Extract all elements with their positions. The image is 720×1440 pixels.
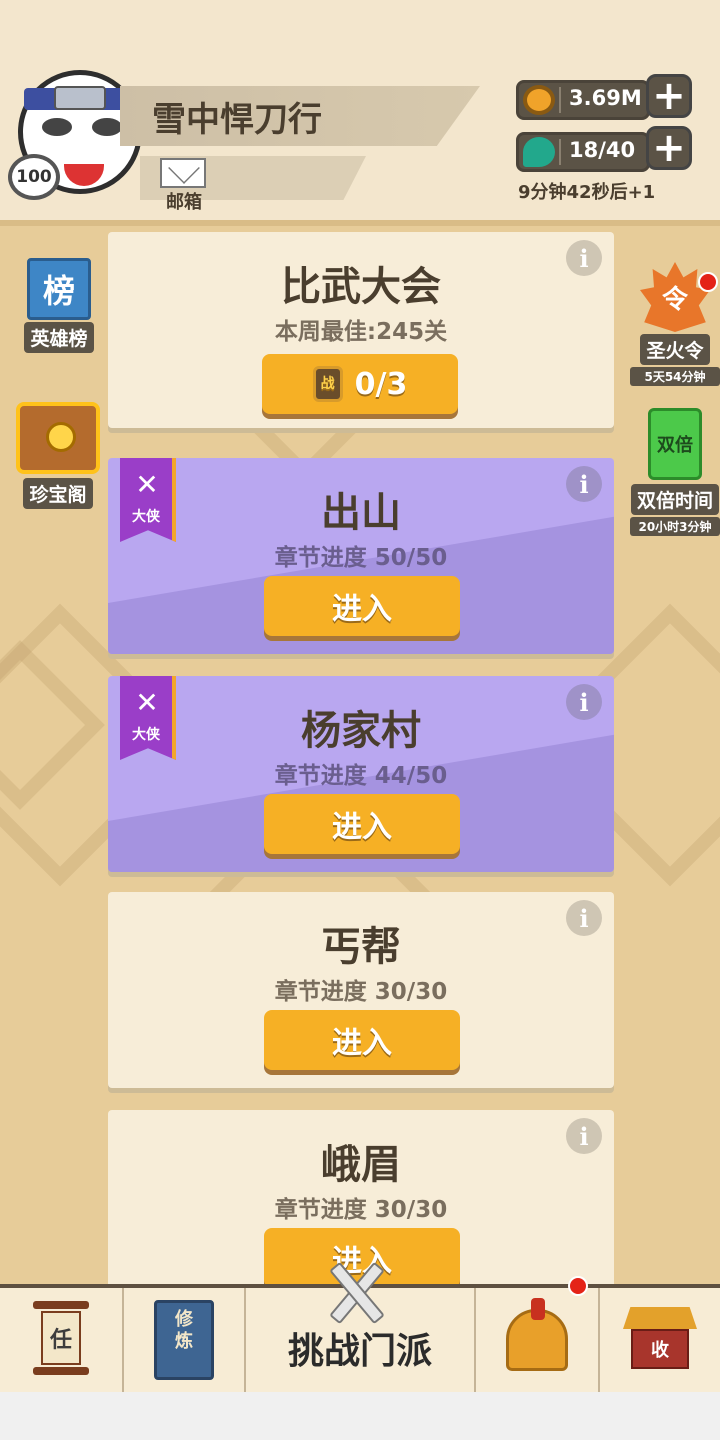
double-card-icon: 双倍 [648, 408, 702, 480]
hero-rank-label: 英雄榜 [24, 322, 94, 353]
mail-label: 邮箱 [166, 192, 202, 213]
top-header: 100 雪中悍刀行 邮箱 3.69M + 18/40 + 9分钟42秒后+1 [0, 0, 720, 226]
coin-value: 3.69M [569, 86, 642, 110]
double-time-timer: 20小时3分钟 [630, 517, 720, 536]
envelope-icon [160, 158, 206, 188]
holy-token-timer: 5天54分钟 [630, 367, 720, 386]
double-time-button[interactable]: 双倍 双倍时间 20小时3分钟 [630, 408, 720, 536]
tab-challenge-sects-label: 挑战门派 [287, 1331, 432, 1372]
double-time-label: 双倍时间 [630, 484, 719, 515]
treasure-chest-icon [16, 402, 100, 474]
arena-ticket-count: 0/3 [354, 366, 408, 402]
enter-button[interactable]: 进入 [264, 1010, 460, 1070]
treasure-button[interactable]: 珍宝阁 [12, 402, 104, 509]
player-level-badge: 100 [8, 154, 60, 200]
system-bar [0, 1392, 720, 1440]
stage-card[interactable]: i 丐帮 章节进度 30/30 进入 [108, 892, 614, 1088]
arena-best: 本周最佳:245关 [274, 319, 448, 345]
arena-card[interactable]: i 比武大会 本周最佳:245关 战 0/3 [108, 232, 614, 428]
notification-dot [698, 272, 718, 292]
tab-collect[interactable]: 收 [600, 1288, 720, 1392]
stage-title: 丐帮 [321, 924, 401, 970]
stamina-timer: 9分钟42秒后+1 [518, 182, 656, 203]
tab-tasks[interactable]: 任 [0, 1288, 124, 1392]
stage-card[interactable]: ✕ 大侠 i 杨家村 章节进度 44/50 进入 [108, 676, 614, 872]
arena-ticket-button[interactable]: 战 0/3 [262, 354, 458, 414]
hero-rank-button[interactable]: 榜 英雄榜 [16, 258, 102, 353]
stage-card[interactable]: ✕ 大侠 i 出山 章节进度 50/50 进入 [108, 458, 614, 654]
mail-button[interactable]: 邮箱 [156, 158, 212, 214]
tab-challenge-sects[interactable]: 挑战门派 [246, 1261, 476, 1392]
bottom-nav: 任 修 炼 挑战门派 收 [0, 1261, 720, 1392]
helmet-icon [506, 1298, 568, 1371]
stage-progress: 章节进度 30/30 [274, 1197, 448, 1223]
cultivation-book-icon: 修 炼 [154, 1300, 214, 1380]
enter-button[interactable]: 进入 [264, 576, 460, 636]
collect-house-icon: 收 [623, 1307, 697, 1373]
stage-title: 出山 [321, 490, 401, 536]
tab-equipment[interactable] [476, 1276, 600, 1392]
treasure-label: 珍宝阁 [23, 478, 93, 509]
player-name: 雪中悍刀行 [152, 100, 322, 140]
tab-cultivate[interactable]: 修 炼 [124, 1288, 246, 1392]
holy-token-label: 圣火令 [640, 334, 710, 365]
battle-ticket-icon: 战 [312, 366, 343, 402]
stage-title: 峨眉 [321, 1142, 401, 1188]
stage-progress: 章节进度 30/30 [274, 979, 448, 1005]
stamina-drop-icon [523, 137, 555, 167]
add-coins-button[interactable]: + [646, 74, 692, 118]
flame-token-icon: 令 [640, 262, 710, 332]
stage-progress: 章节进度 44/50 [274, 763, 448, 789]
add-stamina-button[interactable]: + [646, 126, 692, 170]
notification-dot [568, 1276, 588, 1296]
stamina-counter: 18/40 [516, 132, 650, 172]
arena-title: 比武大会 [281, 264, 441, 310]
crossed-swords-icon [316, 1261, 396, 1325]
stamina-value: 18/40 [569, 138, 636, 162]
stage-title: 杨家村 [301, 708, 421, 754]
coin-icon [523, 85, 555, 115]
task-scroll-icon: 任 [33, 1301, 89, 1379]
coin-counter: 3.69M [516, 80, 650, 120]
rank-banner-icon: 榜 [27, 258, 91, 320]
enter-button[interactable]: 进入 [264, 794, 460, 854]
stage-progress: 章节进度 50/50 [274, 545, 448, 571]
